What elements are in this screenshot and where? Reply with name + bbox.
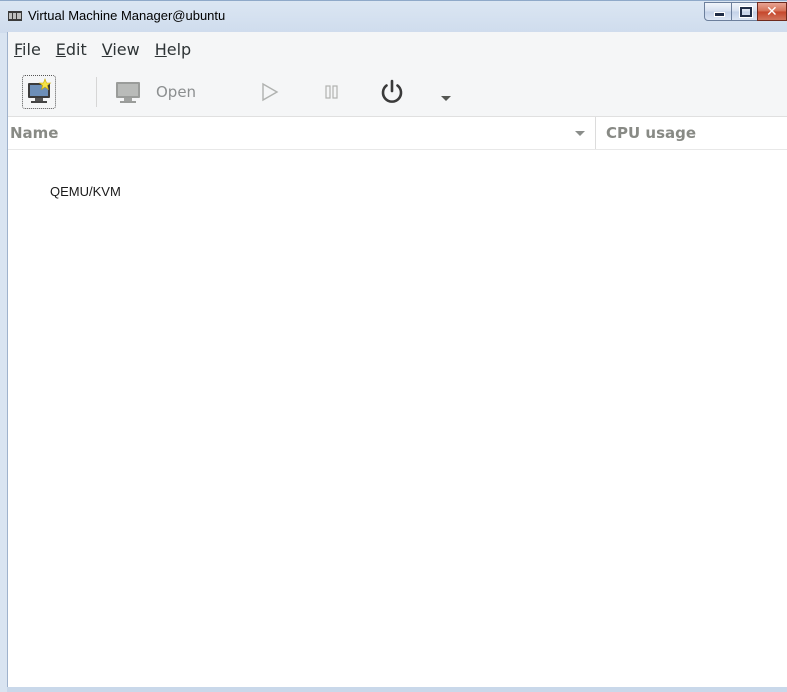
monitor-icon: [116, 82, 140, 103]
column-header-name[interactable]: Name: [8, 117, 596, 149]
maximize-button[interactable]: [731, 2, 758, 21]
minimize-button[interactable]: [704, 2, 732, 21]
sort-down-icon: [575, 131, 585, 136]
shutdown-button[interactable]: [378, 78, 406, 110]
window-bottom-border: [7, 687, 787, 692]
client-area: File Edit View Help Open Name CPU usage …: [7, 32, 787, 687]
connection-name: QEMU/KVM: [50, 184, 121, 199]
new-vm-button[interactable]: [22, 75, 56, 109]
power-icon: [381, 79, 403, 103]
list-header: Name CPU usage: [8, 117, 787, 150]
menu-help[interactable]: Help: [155, 32, 191, 68]
column-name-label: Name: [10, 124, 59, 142]
menu-file[interactable]: File: [14, 32, 41, 68]
vmm-app-icon: [8, 11, 22, 21]
title-bar[interactable]: Virtual Machine Manager@ubuntu ✕: [0, 0, 787, 33]
chevron-down-icon: [441, 96, 451, 101]
close-icon: ✕: [766, 4, 778, 20]
toolbar: Open: [8, 68, 787, 117]
new-vm-icon: [28, 78, 52, 103]
close-button[interactable]: ✕: [757, 2, 787, 21]
maximize-icon: [739, 6, 753, 18]
toolbar-separator: [96, 77, 97, 107]
menu-edit[interactable]: Edit: [56, 32, 87, 68]
pause-button[interactable]: [322, 82, 342, 106]
run-button[interactable]: [260, 82, 280, 106]
window-controls: ✕: [704, 2, 787, 22]
open-button[interactable]: Open: [112, 76, 196, 108]
menu-bar: File Edit View Help: [8, 32, 787, 68]
minimize-icon: [714, 12, 725, 17]
list-item[interactable]: QEMU/KVM: [8, 184, 787, 208]
app-window: Virtual Machine Manager@ubuntu ✕ File Ed…: [0, 0, 787, 692]
open-label: Open: [156, 83, 197, 101]
menu-view[interactable]: View: [102, 32, 140, 68]
window-title: Virtual Machine Manager@ubuntu: [28, 8, 226, 23]
play-icon: [262, 82, 279, 102]
column-header-cpu[interactable]: CPU usage: [606, 124, 696, 142]
pause-icon: [325, 85, 338, 99]
shutdown-menu-button[interactable]: [440, 88, 452, 107]
